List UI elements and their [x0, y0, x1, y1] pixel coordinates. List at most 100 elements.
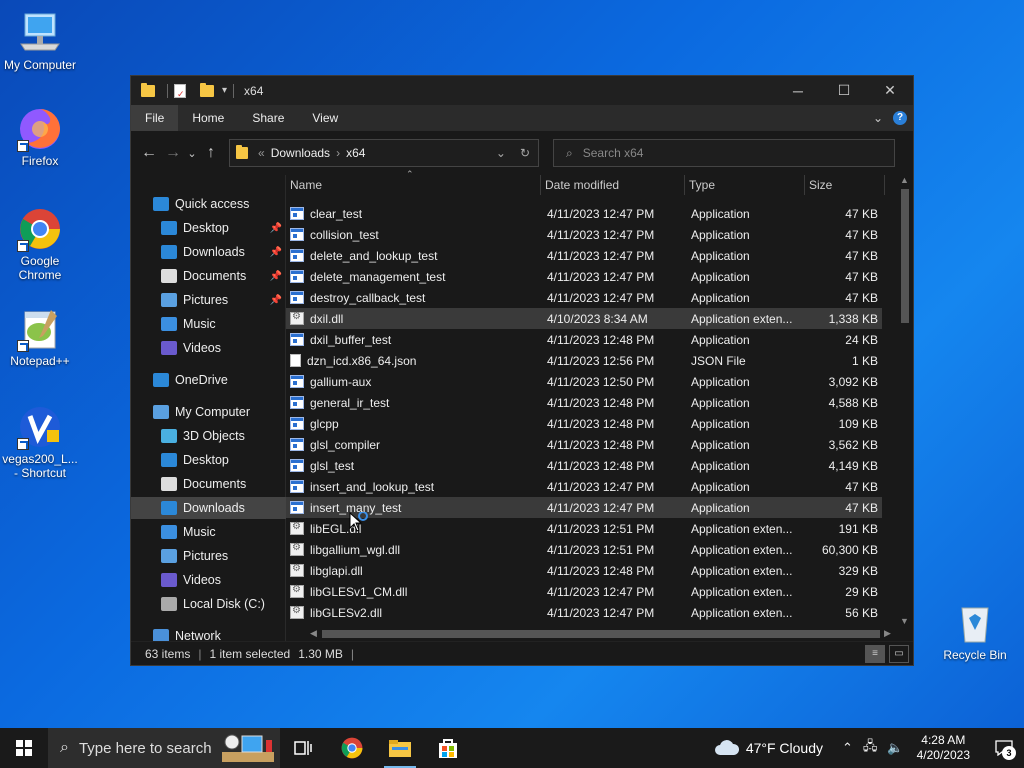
close-button[interactable]: ✕: [867, 76, 913, 105]
nav-item-videos[interactable]: Videos: [131, 569, 286, 591]
breadcrumb-x64[interactable]: x64: [346, 146, 365, 160]
nav-item-music[interactable]: Music: [131, 521, 286, 543]
file-row[interactable]: dxil_buffer_test 4/11/2023 12:48 PM Applic…: [286, 329, 882, 350]
vertical-scrollbar[interactable]: ▲ ▼: [897, 175, 913, 626]
refresh-icon[interactable]: ↻: [520, 146, 530, 160]
computer-icon: [17, 10, 63, 56]
network-icon[interactable]: 🖧: [863, 737, 878, 759]
nav-item-documents[interactable]: Documents 📌: [131, 265, 286, 287]
tab-view[interactable]: View: [298, 105, 352, 131]
desktop-icon-firefox[interactable]: Firefox: [0, 106, 80, 168]
file-name-cell: libGLESv1_CM.dll: [286, 584, 541, 599]
nav-item-desktop[interactable]: Desktop: [131, 449, 286, 471]
file-row[interactable]: insert_and_lookup_test 4/11/2023 12:47 PM…: [286, 476, 882, 497]
file-row[interactable]: insert_many_test 4/11/2023 12:47 PM Applic…: [286, 497, 882, 518]
file-row[interactable]: delete_and_lookup_test 4/11/2023 12:47 PM…: [286, 245, 882, 266]
address-dropdown-icon[interactable]: ⌄: [496, 146, 506, 160]
expand-ribbon-icon[interactable]: ⌄: [873, 111, 883, 125]
start-button[interactable]: [0, 728, 48, 768]
nav-item-pictures[interactable]: Pictures 📌: [131, 289, 286, 311]
taskbar-chrome[interactable]: [328, 728, 376, 768]
file-row[interactable]: clear_test 4/11/2023 12:47 PM Application 4…: [286, 203, 882, 224]
new-folder-icon[interactable]: [200, 82, 214, 97]
file-row[interactable]: libGLESv1_CM.dll 4/11/2023 12:47 PM Applic…: [286, 581, 882, 602]
scroll-up-icon[interactable]: ▲: [900, 175, 909, 185]
file-row[interactable]: destroy_callback_test 4/11/2023 12:47 PM A…: [286, 287, 882, 308]
task-view-button[interactable]: [280, 728, 328, 768]
nav-item-local-disk-c[interactable]: Local Disk (C:): [131, 593, 286, 615]
forward-button[interactable]: →: [161, 141, 185, 165]
horizontal-scrollbar[interactable]: ◀ ▶: [286, 626, 896, 642]
show-hidden-icons-icon[interactable]: ⌃: [842, 740, 853, 756]
nav-item-pictures[interactable]: Pictures: [131, 545, 286, 567]
column-header-date[interactable]: Date modified: [541, 175, 685, 195]
nav-item-documents[interactable]: Documents: [131, 473, 286, 495]
tab-home[interactable]: Home: [178, 105, 238, 131]
title-bar[interactable]: ✓ ▾ x64 ─ ☐ ✕: [131, 76, 913, 105]
breadcrumb-overflow-icon[interactable]: «: [258, 146, 265, 160]
nav-item-my-computer[interactable]: My Computer: [131, 401, 286, 423]
details-view-button[interactable]: ≡: [865, 644, 885, 663]
minimize-button[interactable]: ─: [775, 76, 821, 105]
tab-file[interactable]: File: [131, 105, 179, 131]
nav-item-3d-objects[interactable]: 3D Objects: [131, 425, 286, 447]
desktop-icon-notepadpp[interactable]: Notepad++: [0, 306, 80, 368]
properties-icon[interactable]: ✓: [174, 83, 186, 99]
file-row[interactable]: gallium-aux 4/11/2023 12:50 PM Application…: [286, 371, 882, 392]
file-type: Application: [691, 248, 750, 263]
search-highlight-icon: [220, 732, 276, 768]
file-row[interactable]: glcpp 4/11/2023 12:48 PM Application 109 KB: [286, 413, 882, 434]
large-icons-view-button[interactable]: ▭: [889, 644, 909, 663]
taskbar-search-input[interactable]: ⌕ Type here to search: [48, 728, 280, 768]
nav-item-quick-access[interactable]: Quick access: [131, 193, 286, 215]
desktop-icon-vegas-shortcut[interactable]: vegas200_L... - Shortcut: [0, 404, 80, 480]
horizontal-scroll-thumb[interactable]: [322, 630, 880, 638]
quick-access-dropdown-icon[interactable]: ▾: [222, 85, 227, 96]
taskbar-store[interactable]: [424, 728, 472, 768]
file-row[interactable]: dxil.dll 4/10/2023 8:34 AM Application ext…: [286, 308, 882, 329]
column-header-type[interactable]: Type: [685, 175, 805, 195]
weather-widget[interactable]: 47°F Cloudy: [714, 739, 823, 757]
file-row[interactable]: libgallium_wgl.dll 4/11/2023 12:51 PM Appl…: [286, 539, 882, 560]
maximize-button[interactable]: ☐: [821, 76, 867, 105]
nav-item-onedrive[interactable]: OneDrive: [131, 369, 286, 391]
file-row[interactable]: general_ir_test 4/11/2023 12:48 PM Applica…: [286, 392, 882, 413]
scroll-down-icon[interactable]: ▼: [900, 616, 909, 626]
taskbar-file-explorer[interactable]: [376, 728, 424, 768]
volume-icon[interactable]: 🔈: [887, 740, 903, 756]
file-row[interactable]: libglapi.dll 4/11/2023 12:48 PM Applicatio…: [286, 560, 882, 581]
file-row[interactable]: collision_test 4/11/2023 12:47 PM Applicat…: [286, 224, 882, 245]
file-name: delete_and_lookup_test: [310, 248, 438, 263]
file-type: JSON File: [691, 353, 746, 368]
clock[interactable]: 4:28 AM 4/20/2023: [917, 733, 970, 763]
file-type: Application: [691, 416, 750, 431]
nav-item-downloads[interactable]: Downloads: [131, 497, 286, 519]
file-row[interactable]: delete_management_test 4/11/2023 12:47 PM…: [286, 266, 882, 287]
back-button[interactable]: ←: [137, 141, 161, 165]
nav-item-videos[interactable]: Videos: [131, 337, 286, 359]
tab-share[interactable]: Share: [238, 105, 298, 131]
breadcrumb-chevron-icon[interactable]: ›: [336, 146, 340, 160]
file-row[interactable]: libGLESv2.dll 4/11/2023 12:47 PM Applicati…: [286, 602, 882, 623]
help-icon[interactable]: ?: [893, 111, 907, 125]
desktop-icon-my-computer[interactable]: My Computer: [0, 10, 80, 72]
vertical-scroll-thumb[interactable]: [901, 189, 909, 323]
file-row[interactable]: glsl_test 4/11/2023 12:48 PM Application 4,…: [286, 455, 882, 476]
file-row[interactable]: dzn_icd.x86_64.json 4/11/2023 12:56 PM JSO…: [286, 350, 882, 371]
file-row[interactable]: glsl_compiler 4/11/2023 12:48 PM Applicati…: [286, 434, 882, 455]
column-header-size[interactable]: Size: [805, 175, 885, 195]
nav-item-downloads[interactable]: Downloads 📌: [131, 241, 286, 263]
search-input[interactable]: ⌕ Search x64: [553, 139, 895, 167]
desktop-icon-recycle-bin[interactable]: Recycle Bin: [935, 600, 1015, 662]
scroll-right-icon[interactable]: ▶: [884, 628, 891, 639]
desktop-icon-chrome[interactable]: Google Chrome: [0, 206, 80, 282]
address-bar[interactable]: « Downloads › x64 ⌄ ↻: [229, 139, 539, 167]
nav-item-music[interactable]: Music: [131, 313, 286, 335]
file-row[interactable]: libEGL.dll 4/11/2023 12:51 PM Application …: [286, 518, 882, 539]
up-button[interactable]: ↑: [199, 141, 223, 165]
nav-item-desktop[interactable]: Desktop 📌: [131, 217, 286, 239]
notification-center-button[interactable]: 3: [984, 728, 1024, 768]
breadcrumb-downloads[interactable]: Downloads: [271, 146, 330, 160]
recent-locations-button[interactable]: ⌄: [185, 141, 199, 165]
scroll-left-icon[interactable]: ◀: [310, 628, 317, 639]
